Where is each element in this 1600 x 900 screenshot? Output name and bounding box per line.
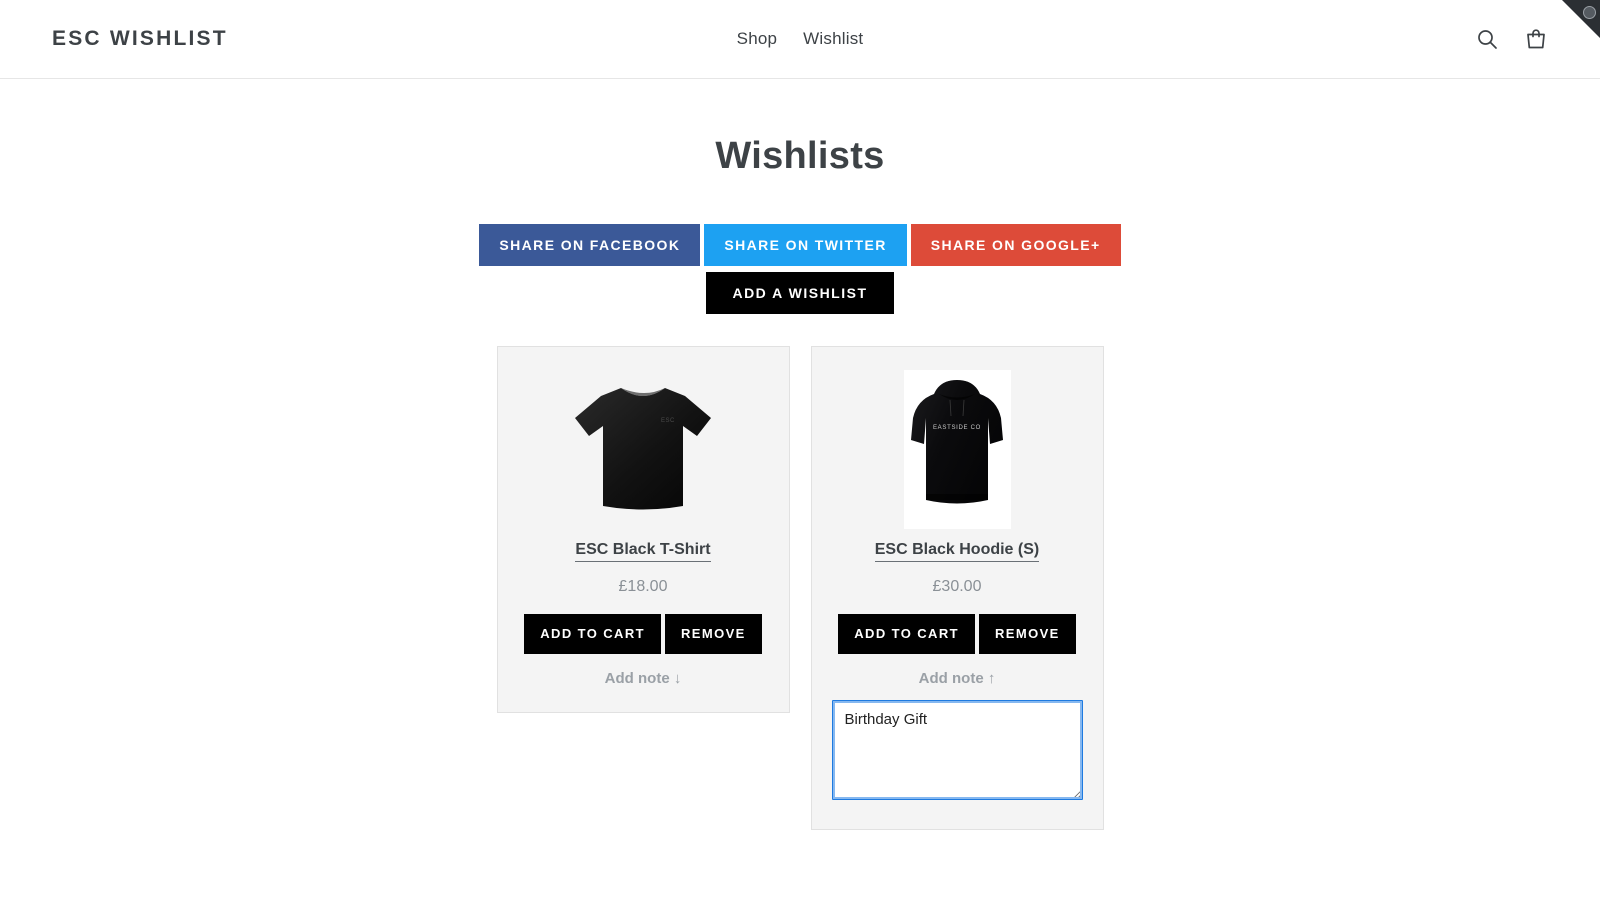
svg-text:EASTSIDE CO: EASTSIDE CO [933,425,981,431]
wishlist-card: ESC ESC Black T-Shirt £18.00 ADD TO CART… [496,346,790,713]
corner-ribbon-icon [1562,0,1600,38]
header-icons [1475,27,1548,51]
add-a-wishlist-button[interactable]: ADD A WISHLIST [706,272,894,314]
site-logo[interactable]: ESC WISHLIST [52,27,228,51]
product-title-link[interactable]: ESC Black T-Shirt [575,541,711,562]
product-price: £18.00 [618,578,668,595]
nav-item-shop[interactable]: Shop [737,29,778,49]
add-wishlist-row: ADD A WISHLIST [0,272,1600,314]
wishlist-card: EASTSIDE CO ESC Black Hoodie (S) £30.00 … [810,346,1104,830]
cart-icon[interactable] [1524,27,1548,51]
wishlist-card-list: ESC ESC Black T-Shirt £18.00 ADD TO CART… [0,346,1600,830]
add-note-toggle[interactable]: Add note ↓ [605,670,682,687]
remove-button[interactable]: REMOVE [978,614,1076,654]
share-on-twitter-button[interactable]: SHARE ON TWITTER [704,224,907,266]
hoodie-illustration-icon: EASTSIDE CO [911,380,1003,504]
share-on-googleplus-button[interactable]: SHARE ON GOOGLE+ [910,224,1121,266]
product-image-hoodie[interactable]: EASTSIDE CO [832,369,1083,529]
product-image-frame: EASTSIDE CO [903,369,1011,529]
card-action-row: ADD TO CART REMOVE [518,614,769,654]
tshirt-illustration-icon: ESC [575,388,711,510]
search-icon[interactable] [1475,27,1499,51]
remove-button[interactable]: REMOVE [664,614,762,654]
add-to-cart-button[interactable]: ADD TO CART [524,614,661,654]
note-textarea[interactable] [831,700,1083,800]
add-to-cart-button[interactable]: ADD TO CART [838,614,975,654]
nav-item-wishlist[interactable]: Wishlist [803,29,863,49]
page-title: Wishlists [715,135,885,177]
add-note-toggle[interactable]: Add note ↑ [919,670,996,687]
share-on-facebook-button[interactable]: SHARE ON FACEBOOK [479,224,701,266]
svg-text:ESC: ESC [661,418,675,424]
product-price: £30.00 [932,578,982,595]
product-title-link[interactable]: ESC Black Hoodie (S) [874,541,1040,562]
share-button-row: SHARE ON FACEBOOK SHARE ON TWITTER SHARE… [0,224,1600,266]
main-nav: Shop Wishlist [737,29,864,49]
site-header: ESC WISHLIST Shop Wishlist [0,0,1600,79]
product-image-tshirt[interactable]: ESC [518,369,769,529]
corner-ribbon-badge-icon[interactable] [1583,6,1596,19]
card-action-row: ADD TO CART REMOVE [832,614,1083,654]
page-content: Wishlists SHARE ON FACEBOOK SHARE ON TWI… [0,79,1600,830]
